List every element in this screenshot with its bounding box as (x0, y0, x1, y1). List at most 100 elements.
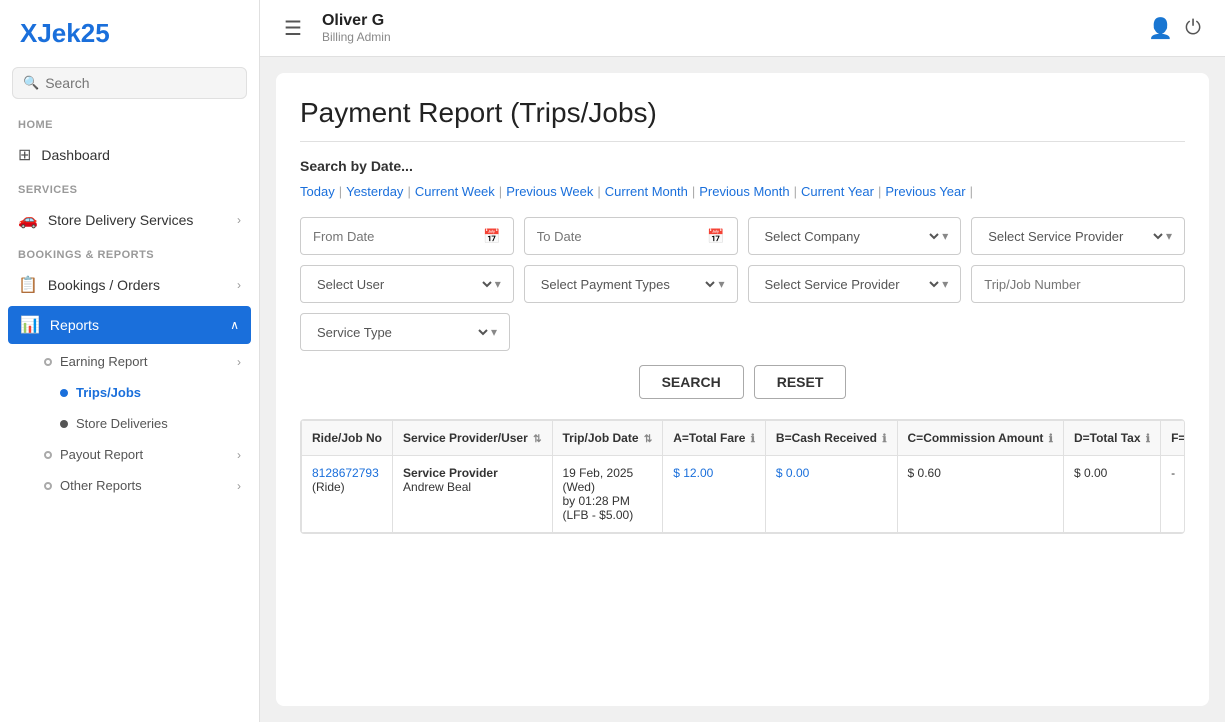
sidebar: XJek25 🔍 HOME ⊞ Dashboard SERVICES 🚗 Sto… (0, 0, 260, 722)
total-fare-link[interactable]: $ 12.00 (673, 466, 713, 480)
button-row: SEARCH RESET (300, 365, 1185, 399)
select-payment-types-wrapper[interactable]: Select Payment Types ▾ (524, 265, 738, 303)
sidebar-item-dashboard[interactable]: ⊞ Dashboard (0, 136, 259, 174)
provider-name: Andrew Beal (403, 480, 471, 494)
cell-outstanding: - (1161, 456, 1185, 533)
company-dropdown-icon: ▾ (942, 229, 948, 243)
other-arrow: › (237, 479, 241, 493)
filter-previous-month[interactable]: Previous Month (699, 184, 789, 199)
trip-job-number-input[interactable] (984, 277, 1172, 292)
select-service-provider[interactable]: Select Service Provider (984, 228, 1166, 245)
col-total-fare: A=Total Fare ℹ (663, 421, 766, 456)
select-payment-types[interactable]: Select Payment Types (537, 276, 719, 293)
sidebar-item-reports[interactable]: 📊 Reports ∧ (8, 306, 251, 344)
filter-current-month[interactable]: Current Month (605, 184, 688, 199)
power-icon[interactable]: ⏻ (1185, 17, 1201, 40)
service-provider-dropdown-icon: ▾ (1166, 229, 1172, 243)
payout-arrow: › (237, 448, 241, 462)
reports-arrow: ∧ (230, 318, 239, 332)
user-icon[interactable]: 👤 (1148, 16, 1173, 41)
col-commission: C=Commission Amount ℹ (897, 421, 1063, 456)
total-fare-info-icon: ℹ (751, 433, 755, 445)
select-user[interactable]: Select User (313, 276, 495, 293)
filter-current-week[interactable]: Current Week (415, 184, 495, 199)
ride-type: (Ride) (312, 480, 345, 494)
service-type-dropdown-icon: ▾ (491, 325, 497, 339)
trip-date: 19 Feb, 2025 (Wed) (563, 466, 634, 494)
commission-info-icon: ℹ (1049, 433, 1053, 445)
filter-yesterday[interactable]: Yesterday (346, 184, 403, 199)
select-company-wrapper[interactable]: Select Company ▾ (748, 217, 962, 255)
user-dropdown-icon: ▾ (495, 277, 501, 291)
sidebar-label-dashboard: Dashboard (41, 147, 110, 163)
total-tax-info-icon: ℹ (1146, 433, 1150, 445)
reset-button[interactable]: RESET (754, 365, 847, 399)
sidebar-item-trips-jobs[interactable]: Trips/Jobs (0, 377, 259, 408)
filter-row-1: 📅 📅 Select Company ▾ Select Service Prov… (300, 217, 1185, 255)
col-cash-received: B=Cash Received ℹ (765, 421, 897, 456)
table-header-row: Ride/Job No Service Provider/User ⇅ Trip… (302, 421, 1186, 456)
cell-total-tax: $ 0.00 (1063, 456, 1160, 533)
cell-total-fare: $ 12.00 (663, 456, 766, 533)
sidebar-item-bookings[interactable]: 📋 Bookings / Orders › (0, 266, 259, 304)
search-input[interactable] (45, 75, 236, 91)
provider-label: Service Provider (403, 466, 498, 480)
content-area: Payment Report (Trips/Jobs) Search by Da… (276, 73, 1209, 706)
select-service-provider2[interactable]: Select Service Provider (761, 276, 943, 293)
logo-text2: 25 (81, 18, 110, 48)
payout-dot (44, 451, 52, 459)
select-company[interactable]: Select Company (761, 228, 943, 245)
section-home: HOME (0, 109, 259, 136)
search-icon: 🔍 (23, 75, 39, 91)
other-dot (44, 482, 52, 490)
sidebar-item-earning-report[interactable]: Earning Report › (0, 346, 259, 377)
sidebar-item-other-reports[interactable]: Other Reports › (0, 470, 259, 501)
sidebar-label-store-delivery: Store Delivery Services (48, 212, 194, 228)
sort-provider-icon[interactable]: ⇅ (533, 434, 541, 445)
sidebar-label-bookings: Bookings / Orders (48, 277, 160, 293)
user-info: Oliver G Billing Admin (322, 12, 1136, 44)
to-date-input[interactable]: 📅 (524, 217, 738, 255)
sidebar-item-store-deliveries[interactable]: Store Deliveries (0, 408, 259, 439)
filter-today[interactable]: Today (300, 184, 335, 199)
from-date-field[interactable] (313, 229, 479, 244)
page-title: Payment Report (Trips/Jobs) (300, 97, 1185, 142)
section-services: SERVICES (0, 174, 259, 201)
filter-row-2: Select User ▾ Select Payment Types ▾ Sel… (300, 265, 1185, 303)
sidebar-label-reports: Reports (50, 317, 99, 333)
to-date-calendar-icon: 📅 (707, 228, 724, 245)
select-user-wrapper[interactable]: Select User ▾ (300, 265, 514, 303)
main-content: ☰ Oliver G Billing Admin 👤 ⏻ Payment Rep… (260, 0, 1225, 722)
col-total-tax: D=Total Tax ℹ (1063, 421, 1160, 456)
hamburger-icon[interactable]: ☰ (284, 16, 302, 41)
section-bookings: BOOKINGS & REPORTS (0, 239, 259, 266)
trips-dot (60, 389, 68, 397)
search-button[interactable]: SEARCH (639, 365, 744, 399)
store-delivery-icon: 🚗 (18, 210, 38, 230)
date-filters: Today | Yesterday | Current Week | Previ… (300, 184, 1185, 199)
search-bar[interactable]: 🔍 (12, 67, 247, 99)
service-type-wrapper[interactable]: Service Type ▾ (300, 313, 510, 351)
store-delivery-arrow: › (237, 213, 241, 227)
sidebar-item-payout-report[interactable]: Payout Report › (0, 439, 259, 470)
sidebar-item-store-delivery[interactable]: 🚗 Store Delivery Services › (0, 201, 259, 239)
filter-current-year[interactable]: Current Year (801, 184, 874, 199)
from-date-input[interactable]: 📅 (300, 217, 514, 255)
trip-job-number-wrapper[interactable] (971, 265, 1185, 303)
service-type-select[interactable]: Service Type (313, 324, 491, 341)
sidebar-label-trips-jobs: Trips/Jobs (76, 385, 141, 400)
user-role: Billing Admin (322, 30, 1136, 44)
select-service-provider-wrapper[interactable]: Select Service Provider ▾ (971, 217, 1185, 255)
sort-date-icon[interactable]: ⇅ (644, 434, 652, 445)
filter-previous-week[interactable]: Previous Week (506, 184, 593, 199)
cash-received-link[interactable]: $ 0.00 (776, 466, 809, 480)
ride-job-link[interactable]: 8128672793 (312, 466, 379, 480)
col-trip-job-date: Trip/Job Date ⇅ (552, 421, 663, 456)
select-service-provider2-wrapper[interactable]: Select Service Provider ▾ (748, 265, 962, 303)
earning-report-dot (44, 358, 52, 366)
filter-row-3: Service Type ▾ (300, 313, 1185, 351)
trip-extra: (LFB - $5.00) (563, 508, 634, 522)
filter-previous-year[interactable]: Previous Year (885, 184, 965, 199)
to-date-field[interactable] (537, 229, 703, 244)
sidebar-label-payout-report: Payout Report (60, 447, 143, 462)
